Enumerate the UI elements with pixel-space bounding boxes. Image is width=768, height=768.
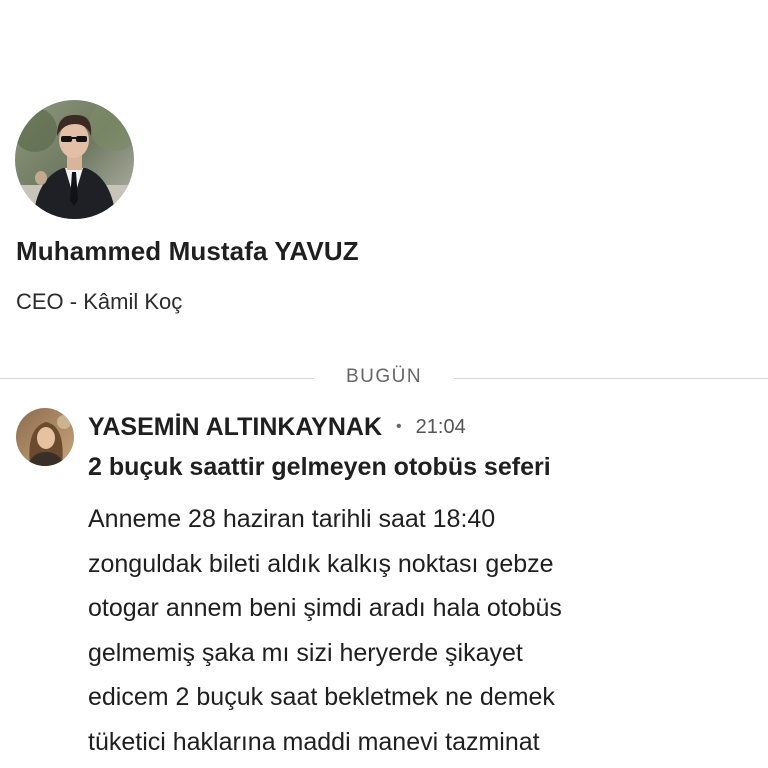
message-body-line: Anneme 28 haziran tarihli saat 18:40: [88, 505, 496, 533]
message-body: Anneme 28 haziran tarihli saat 18:40 zon…: [88, 497, 758, 764]
sender-name[interactable]: YASEMİN ALTINKAYNAK: [88, 413, 382, 442]
profile-name: Muhammed Mustafa YAVUZ: [16, 236, 359, 266]
profile-avatar[interactable]: [15, 100, 134, 219]
date-divider: BUGÜN: [0, 366, 768, 392]
divider-line: [0, 378, 314, 379]
message-body-line: tüketici haklarına maddi manevi tazminat: [88, 727, 540, 756]
message-body-line: edicem 2 buçuk saat bekletmek ne demek: [88, 683, 555, 711]
message-body-line: otogar annem beni şimdi aradı hala otobü…: [88, 594, 562, 622]
message-subject: 2 buçuk saattir gelmeyen otobüs seferi: [88, 453, 551, 481]
message-body-line: gelmemiş şaka mı sizi heryerde şikayet: [88, 638, 523, 667]
message-header: YASEMİN ALTINKAYNAK • 21:04: [88, 410, 466, 444]
conversation-view: Muhammed Mustafa YAVUZ CEO - Kâmil Koç B…: [0, 0, 768, 768]
profile-photo: [15, 100, 134, 219]
divider-line: [454, 378, 768, 379]
message-body-line: zonguldak bileti aldık kalkış noktası ge…: [88, 549, 554, 578]
sender-photo: [16, 408, 74, 466]
message-timestamp: 21:04: [415, 415, 466, 438]
separator-dot: •: [396, 418, 402, 435]
date-divider-label: BUGÜN: [345, 366, 423, 387]
profile-title: CEO - Kâmil Koç: [16, 289, 183, 314]
sender-avatar[interactable]: [16, 408, 74, 466]
